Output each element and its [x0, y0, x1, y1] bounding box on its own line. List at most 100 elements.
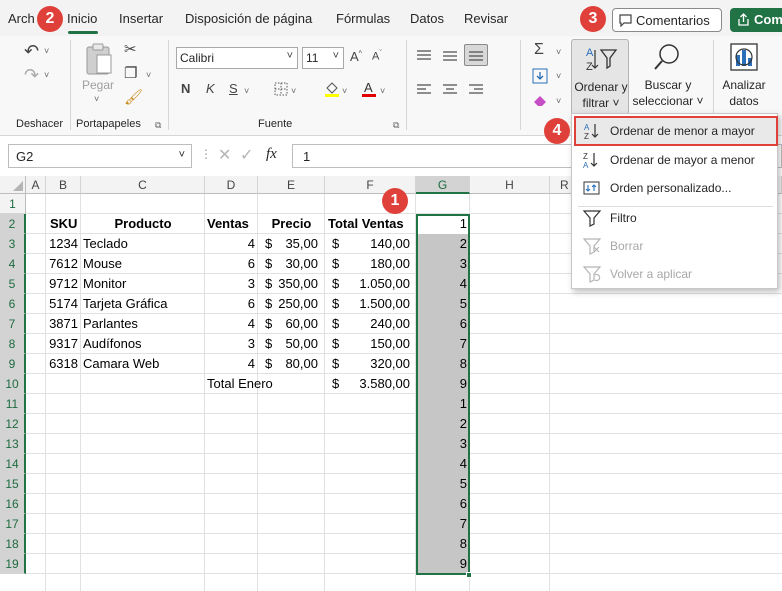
- cell-g4[interactable]: 3: [418, 254, 467, 274]
- font-color-icon[interactable]: A: [361, 80, 377, 98]
- font-size-combo[interactable]: 11 ˅: [302, 47, 344, 69]
- underline-dropdown-icon[interactable]: ˅: [244, 86, 249, 96]
- align-middle-icon[interactable]: [442, 49, 458, 63]
- fill-dropdown-icon[interactable]: ˅: [342, 86, 347, 96]
- cell-e2[interactable]: Precio: [258, 214, 325, 234]
- redo-icon[interactable]: ↷: [24, 66, 39, 84]
- col-header-h[interactable]: H: [470, 176, 550, 194]
- menu-item-sort-asc[interactable]: AZ Ordenar de menor a mayor: [574, 116, 778, 146]
- cell-f9[interactable]: 320,00: [350, 354, 410, 374]
- paste-icon[interactable]: [84, 42, 114, 76]
- cell-d9[interactable]: 4: [205, 354, 255, 374]
- cell-g13[interactable]: 3: [418, 434, 467, 454]
- align-left-icon[interactable]: [416, 83, 432, 97]
- fill-color-icon[interactable]: [324, 80, 340, 98]
- cancel-icon[interactable]: ✕: [218, 145, 231, 165]
- pegar-dropdown-icon[interactable]: ˅: [94, 94, 99, 104]
- tab-disposicion[interactable]: Disposición de página: [185, 11, 312, 26]
- cell-d6[interactable]: 6: [205, 294, 255, 314]
- row-header-5[interactable]: 5: [0, 274, 26, 294]
- cell-g15[interactable]: 5: [418, 474, 467, 494]
- cell-f10[interactable]: 3.580,00: [350, 374, 410, 394]
- select-all-corner[interactable]: [0, 176, 26, 194]
- cell-g11[interactable]: 1: [418, 394, 467, 414]
- cell-c8[interactable]: Audífonos: [83, 334, 142, 354]
- cell-f9-currency[interactable]: $: [332, 354, 339, 374]
- cell-b5[interactable]: 9712: [46, 274, 78, 294]
- cell-d5[interactable]: 3: [205, 274, 255, 294]
- cell-c6[interactable]: Tarjeta Gráfica: [83, 294, 168, 314]
- cell-d7[interactable]: 4: [205, 314, 255, 334]
- cell-b2[interactable]: SKU: [50, 214, 77, 234]
- col-header-e[interactable]: E: [258, 176, 325, 194]
- ordenar-filtrar-button[interactable]: AZ Ordenar y filtrar ˅: [571, 39, 629, 115]
- tab-insertar[interactable]: Insertar: [119, 11, 163, 26]
- cell-f4[interactable]: 180,00: [350, 254, 410, 274]
- row-header-11[interactable]: 11: [0, 394, 26, 414]
- cell-c9[interactable]: Camara Web: [83, 354, 159, 374]
- cell-e8[interactable]: 50,00: [270, 334, 318, 354]
- col-header-c[interactable]: C: [81, 176, 205, 194]
- copy-icon[interactable]: ❐: [124, 66, 137, 81]
- cell-g18[interactable]: 8: [418, 534, 467, 554]
- fill-down-dropdown-icon[interactable]: ˅: [556, 71, 561, 81]
- tab-revisar[interactable]: Revisar: [464, 11, 508, 26]
- cell-g5[interactable]: 4: [418, 274, 467, 294]
- font-color-dropdown-icon[interactable]: ˅: [380, 86, 385, 96]
- align-top-icon[interactable]: [416, 49, 432, 63]
- autosum-dropdown-icon[interactable]: ˅: [556, 47, 561, 57]
- cell-e5[interactable]: 350,00: [270, 274, 318, 294]
- analizar-label-2[interactable]: datos: [718, 94, 770, 109]
- tab-datos[interactable]: Datos: [410, 11, 444, 26]
- format-painter-icon[interactable]: 🖌: [124, 90, 143, 105]
- italic-button[interactable]: K: [206, 82, 215, 95]
- cell-g14[interactable]: 4: [418, 454, 467, 474]
- row-header-18[interactable]: 18: [0, 534, 26, 554]
- row-header-19[interactable]: 19: [0, 554, 26, 574]
- cell-g19[interactable]: 9: [418, 554, 467, 574]
- col-header-g[interactable]: G: [416, 176, 470, 194]
- underline-button[interactable]: S: [229, 82, 238, 95]
- tab-archivo[interactable]: Arch: [8, 11, 35, 26]
- row-header-6[interactable]: 6: [0, 294, 26, 314]
- menu-item-filter[interactable]: Filtro: [572, 204, 777, 232]
- clear-dropdown-icon[interactable]: ˅: [556, 96, 561, 106]
- col-header-b[interactable]: B: [46, 176, 81, 194]
- comentarios-button[interactable]: Comentarios: [612, 8, 722, 32]
- row-header-2[interactable]: 2: [0, 214, 26, 234]
- cell-f5-currency[interactable]: $: [332, 274, 339, 294]
- cell-e3[interactable]: 35,00: [270, 234, 318, 254]
- align-bottom-button[interactable]: [464, 44, 488, 66]
- cell-g7[interactable]: 6: [418, 314, 467, 334]
- cell-c3[interactable]: Teclado: [83, 234, 128, 254]
- cell-f6-currency[interactable]: $: [332, 294, 339, 314]
- buscar-label-1[interactable]: Buscar y: [636, 78, 700, 93]
- cell-f8-currency[interactable]: $: [332, 334, 339, 354]
- cell-b7[interactable]: 3871: [46, 314, 78, 334]
- decrease-font-icon[interactable]: Aˇ: [372, 50, 382, 63]
- align-center-icon[interactable]: [442, 83, 458, 97]
- row-header-17[interactable]: 17: [0, 514, 26, 534]
- cell-g2[interactable]: 1: [418, 214, 467, 234]
- row-header-4[interactable]: 4: [0, 254, 26, 274]
- cell-e6[interactable]: 250,00: [270, 294, 318, 314]
- cell-f2[interactable]: Total Ventas: [328, 214, 404, 234]
- row-header-12[interactable]: 12: [0, 414, 26, 434]
- cell-g3[interactable]: 2: [418, 234, 467, 254]
- row-header-7[interactable]: 7: [0, 314, 26, 334]
- cell-f3-currency[interactable]: $: [332, 234, 339, 254]
- cell-g6[interactable]: 5: [418, 294, 467, 314]
- row-header-9[interactable]: 9: [0, 354, 26, 374]
- cell-c7[interactable]: Parlantes: [83, 314, 138, 334]
- tab-formulas[interactable]: Fórmulas: [336, 11, 390, 26]
- buscar-label-2[interactable]: seleccionar ˅: [630, 94, 706, 109]
- cell-c2[interactable]: Producto: [81, 214, 205, 234]
- cell-f5[interactable]: 1.050,00: [350, 274, 410, 294]
- cell-d2[interactable]: Ventas: [207, 214, 249, 234]
- borders-icon[interactable]: [274, 82, 288, 96]
- cell-b8[interactable]: 9317: [46, 334, 78, 354]
- cell-c5[interactable]: Monitor: [83, 274, 126, 294]
- cell-f6[interactable]: 1.500,00: [350, 294, 410, 314]
- copy-dropdown-icon[interactable]: ˅: [146, 70, 151, 80]
- cell-g10[interactable]: 9: [418, 374, 467, 394]
